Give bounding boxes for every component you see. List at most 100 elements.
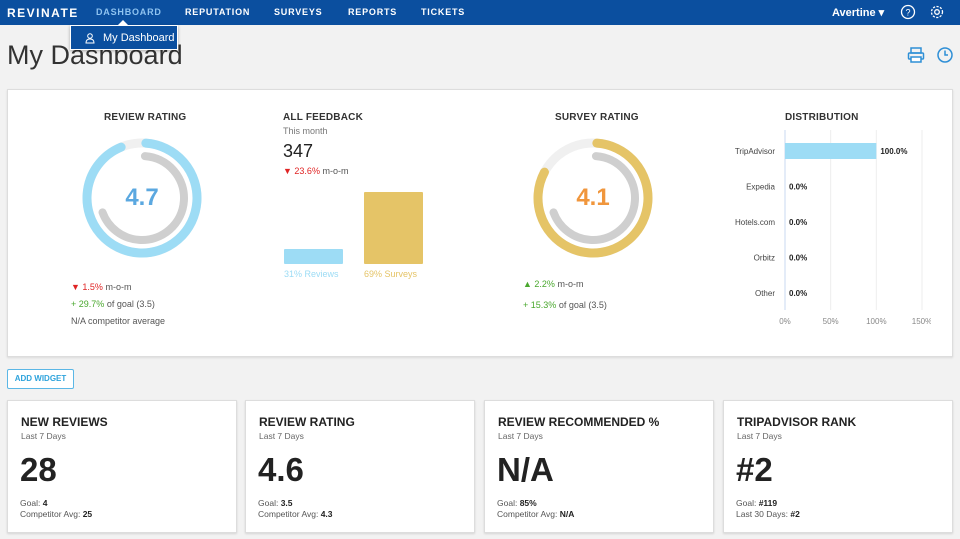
line-value: N/A bbox=[559, 509, 575, 519]
dropdown-item-label: My Dashboard bbox=[103, 32, 175, 44]
review-rating-goal: + 29.7% of goal (3.5) bbox=[71, 299, 155, 309]
dashboard-dropdown: My Dashboard bbox=[70, 25, 178, 50]
mom-pct: 23.6% bbox=[294, 166, 320, 176]
card-competitor: Competitor Avg: 4.3 bbox=[258, 509, 333, 519]
goal-label: of goal (3.5) bbox=[558, 300, 607, 310]
card-value: N/A bbox=[497, 451, 554, 488]
distribution-bar bbox=[785, 143, 877, 159]
card-goal: Goal: 85% bbox=[497, 498, 537, 508]
reviews-bar bbox=[284, 249, 343, 264]
card-value: 4.6 bbox=[258, 451, 304, 488]
category-label: TripAdvisor bbox=[735, 147, 775, 156]
card-title: NEW REVIEWS bbox=[21, 415, 108, 429]
card-competitor: Competitor Avg: N/A bbox=[497, 509, 574, 519]
line-value: 4.3 bbox=[320, 509, 333, 519]
survey-rating-mom: ▲ 2.2% m-o-m bbox=[523, 279, 584, 289]
svg-text:?: ? bbox=[905, 8, 910, 18]
survey-rating-title: SURVEY RATING bbox=[555, 112, 639, 123]
card-value: #2 bbox=[736, 451, 773, 488]
dropdown-caret bbox=[118, 20, 128, 25]
top-nav: REVINATE DASHBOARD REPUTATION SURVEYS RE… bbox=[0, 0, 960, 25]
help-icon[interactable]: ? bbox=[900, 4, 916, 20]
line-label: Goal: bbox=[736, 498, 759, 508]
bar-value-label: 0.0% bbox=[789, 254, 807, 263]
print-icon[interactable] bbox=[907, 46, 925, 64]
all-feedback-title: ALL FEEDBACK bbox=[283, 112, 363, 123]
bar-value-label: 100.0% bbox=[880, 147, 907, 156]
mom-pct: 1.5% bbox=[82, 282, 103, 292]
x-tick-label: 150% bbox=[912, 317, 931, 326]
dropdown-item-my-dashboard[interactable]: My Dashboard bbox=[85, 32, 175, 44]
card-competitor: Competitor Avg: 25 bbox=[20, 509, 92, 519]
mom-label: m-o-m bbox=[322, 166, 349, 176]
line-value: 25 bbox=[82, 509, 93, 519]
card-title: REVIEW RATING bbox=[259, 415, 355, 429]
all-feedback-value: 347 bbox=[283, 141, 314, 161]
user-menu[interactable]: Avertine ▾ bbox=[832, 6, 884, 19]
goal-pct: 29.7% bbox=[78, 299, 105, 309]
all-feedback-mom: ▼ 23.6% m-o-m bbox=[283, 166, 349, 176]
line-label: Competitor Avg: bbox=[20, 509, 83, 519]
card-subtitle: Last 7 Days bbox=[21, 431, 66, 441]
all-feedback-subtitle: This month bbox=[283, 126, 328, 136]
card-review-recommended[interactable]: REVIEW RECOMMENDED % Last 7 Days N/A Goa… bbox=[484, 400, 714, 533]
category-label: Hotels.com bbox=[735, 218, 775, 227]
distribution-title: DISTRIBUTION bbox=[785, 112, 859, 123]
line-value: 85% bbox=[519, 498, 537, 508]
goal-pct: 15.3% bbox=[530, 300, 557, 310]
mom-label: m-o-m bbox=[105, 282, 132, 292]
category-label: Expedia bbox=[746, 183, 775, 192]
card-tripadvisor-rank[interactable]: TRIPADVISOR RANK Last 7 Days #2 Goal: #1… bbox=[723, 400, 953, 533]
card-value: 28 bbox=[20, 451, 57, 488]
mom-label: m-o-m bbox=[557, 279, 584, 289]
x-tick-label: 100% bbox=[866, 317, 886, 326]
goal-label: of goal (3.5) bbox=[106, 299, 155, 309]
category-label: Other bbox=[755, 289, 775, 298]
card-goal: Goal: 3.5 bbox=[258, 498, 293, 508]
line-label: Goal: bbox=[20, 498, 43, 508]
history-clock-icon[interactable] bbox=[936, 46, 954, 64]
survey-rating-value: 4.1 bbox=[576, 184, 610, 211]
review-rating-mom: ▼ 1.5% m-o-m bbox=[71, 282, 132, 292]
bar-value-label: 0.0% bbox=[789, 289, 807, 298]
category-label: Orbitz bbox=[754, 254, 775, 263]
line-value: #2 bbox=[790, 509, 800, 519]
line-label: Competitor Avg: bbox=[258, 509, 321, 519]
line-label: Goal: bbox=[258, 498, 281, 508]
surveys-bar-label: 69% Surveys bbox=[364, 269, 418, 279]
x-tick-label: 50% bbox=[823, 317, 839, 326]
line-value: #119 bbox=[758, 498, 778, 508]
card-subtitle: Last 7 Days bbox=[737, 431, 782, 441]
review-rating-title: REVIEW RATING bbox=[104, 112, 187, 123]
distribution-chart: 0% 50% 100% 150% TripAdvisor 100.0% Expedia 0.0… bbox=[735, 130, 931, 326]
card-goal: Goal: #119 bbox=[736, 498, 777, 508]
user-icon bbox=[85, 32, 95, 43]
card-title: TRIPADVISOR RANK bbox=[737, 415, 857, 429]
card-new-reviews[interactable]: NEW REVIEWS Last 7 Days 28 Goal: 4 Compe… bbox=[7, 400, 237, 533]
add-widget-button[interactable]: ADD WIDGET bbox=[7, 369, 74, 389]
nav-tickets[interactable]: TICKETS bbox=[421, 7, 465, 17]
card-last-30-days: Last 30 Days: #2 bbox=[736, 509, 800, 519]
card-subtitle: Last 7 Days bbox=[498, 431, 543, 441]
reviews-bar-label: 31% Reviews bbox=[284, 269, 339, 279]
nav-reputation[interactable]: REPUTATION bbox=[185, 7, 250, 17]
x-tick-label: 0% bbox=[779, 317, 791, 326]
line-value: 3.5 bbox=[280, 498, 293, 508]
nav-surveys[interactable]: SURVEYS bbox=[274, 7, 322, 17]
bar-value-label: 0.0% bbox=[789, 183, 807, 192]
line-label: Competitor Avg: bbox=[497, 509, 560, 519]
summary-panel: REVIEW RATING 4.7 ▼ 1.5% m-o-m + 29.7% o… bbox=[7, 89, 953, 357]
line-label: Last 30 Days: bbox=[736, 509, 791, 519]
revinate-logo[interactable]: REVINATE bbox=[7, 6, 79, 20]
card-subtitle: Last 7 Days bbox=[259, 431, 304, 441]
card-title: REVIEW RECOMMENDED % bbox=[498, 415, 660, 429]
line-label: Goal: bbox=[497, 498, 520, 508]
settings-gear-icon[interactable] bbox=[929, 4, 945, 20]
nav-reports[interactable]: REPORTS bbox=[348, 7, 397, 17]
mom-pct: 2.2% bbox=[534, 279, 555, 289]
surveys-bar bbox=[364, 192, 423, 264]
nav-dashboard[interactable]: DASHBOARD bbox=[96, 7, 162, 17]
review-rating-competitor: N/A competitor average bbox=[71, 316, 166, 326]
card-review-rating[interactable]: REVIEW RATING Last 7 Days 4.6 Goal: 3.5 … bbox=[245, 400, 475, 533]
survey-rating-goal: + 15.3% of goal (3.5) bbox=[523, 300, 607, 310]
